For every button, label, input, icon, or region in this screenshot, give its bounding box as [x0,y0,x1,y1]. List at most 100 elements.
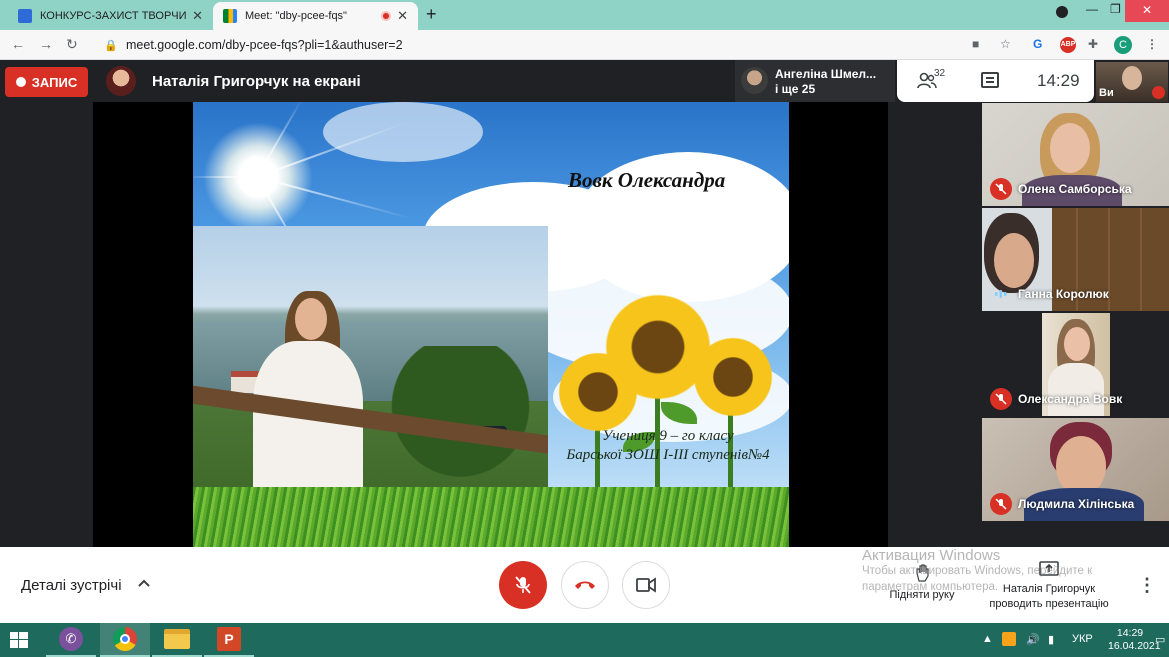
profile-avatar[interactable]: C [1114,36,1132,54]
photo-person-face [295,298,327,340]
reload-icon[interactable]: ↻ [66,36,78,53]
address-input[interactable]: 🔒 meet.google.com/dby-pcee-fqs?pli=1&aut… [92,34,1022,56]
sunflower [553,347,643,437]
tab-title: КОНКУРС-ЗАХИСТ ТВОРЧИХ РОБ [40,10,187,22]
tray-app-icon[interactable] [1002,632,1016,646]
network-icon[interactable]: ▮ [1048,633,1054,646]
camera-permission-icon[interactable]: ■ [972,37,979,51]
translate-icon[interactable]: G [1033,37,1042,51]
chevron-up-icon[interactable] [138,577,150,589]
address-bar-row: ← → ↻ 🔒 meet.google.com/dby-pcee-fqs?pli… [0,30,1169,60]
tray-chevron-icon[interactable]: ▲ [982,633,993,645]
avatar [741,67,768,94]
close-tab-icon[interactable]: ✕ [192,8,203,24]
slide-title: Вовк Олександра [568,168,726,192]
presenting-title: Наталія Григорчук на екрані [152,73,361,90]
recording-indicator-icon [381,11,392,21]
recording-button[interactable]: ЗАПИС [5,67,88,97]
tab-meet[interactable]: Meet: "dby-pcee-fqs" ✕ [213,2,418,30]
tab-search-icon[interactable] [1056,6,1068,18]
participant-summary-more: і ще 25 [775,82,816,96]
adblock-icon[interactable]: ABP [1060,37,1076,53]
volume-icon[interactable]: 🔊 [1026,633,1040,646]
browser-menu-icon[interactable]: ⋮ [1146,37,1158,51]
self-view-tile[interactable]: Ви [1096,62,1168,102]
forward-icon[interactable]: → [39,36,53,52]
grass [193,487,789,547]
meet-side-controls: 32 14:29 [897,60,1094,102]
chat-icon[interactable] [981,72,999,88]
presenter-avatar [106,66,136,96]
taskbar-clock[interactable]: 14:29 16.04.2021 [1108,627,1161,653]
minimize-button[interactable]: — [1086,2,1098,16]
camera-toggle-button[interactable] [622,561,670,609]
participant-name: Олександра Вовк [1018,392,1123,406]
taskbar-chrome[interactable] [100,623,150,657]
back-icon[interactable]: ← [11,36,25,52]
camera-icon [636,577,656,593]
self-face [1122,66,1142,90]
mic-off-icon [990,178,1012,200]
participant-name: Ганна Королюк [1018,287,1109,301]
recording-label: ЗАПИС [31,74,78,90]
windows-start-icon[interactable] [10,632,28,648]
participant-face [1056,436,1106,496]
lock-icon: 🔒 [104,39,118,52]
sun-ray [193,176,257,178]
mic-off-icon [990,388,1012,410]
taskbar-viber[interactable]: ✆ [46,623,96,657]
participant-summary[interactable]: Ангеліна Шмел... і ще 25 [735,60,895,102]
restore-button[interactable]: ❐ [1110,2,1121,16]
participant-tile[interactable]: Ганна Королюк [982,208,1169,311]
viber-icon: ✆ [59,627,83,651]
tab-title: Meet: "dby-pcee-fqs" [245,10,347,22]
slide-caption: Учениця 9 – го класу Барської ЗОШ I-III … [548,427,788,465]
participant-face [1064,327,1090,361]
phone-hangup-icon [575,581,595,589]
participant-tile[interactable]: Олена Самборська [982,103,1169,206]
student-photo [193,226,548,493]
url-text: meet.google.com/dby-pcee-fqs?pli=1&authu… [126,38,403,52]
taskbar-date: 16.04.2021 [1108,640,1161,652]
new-tab-button[interactable]: + [426,4,437,25]
presenting-description: проводить презентацію [989,598,1109,610]
tab-contest[interactable]: КОНКУРС-ЗАХИСТ ТВОРЧИХ РОБ ✕ [8,2,213,30]
windows-activation-line3: параметрам компьютера. [862,581,999,593]
windows-activation-text: Чтобы активировать Windows, перейдите к … [862,563,1162,595]
meet-header: ЗАПИС Наталія Григорчук на екрані Ангелі… [0,60,1169,102]
close-window-button[interactable]: ✕ [1125,0,1169,22]
taskbar-explorer[interactable] [152,623,202,657]
mic-toggle-button[interactable] [499,561,547,609]
folder-icon [164,629,190,649]
participant-summary-name: Ангеліна Шмел... [775,67,877,81]
taskbar-time: 14:29 [1116,627,1144,639]
participant-tile[interactable]: Олександра Вовк [982,313,1169,416]
close-tab-icon[interactable]: ✕ [397,8,408,24]
windows-activation-line2: Чтобы активировать Windows, перейдите к [862,565,1093,577]
participant-face [1050,123,1090,173]
record-dot-icon [15,77,26,87]
bookmark-star-icon[interactable]: ☆ [1000,37,1011,51]
hang-up-button[interactable] [561,561,609,609]
participant-tile[interactable]: Людмила Хілінська [982,418,1169,521]
classroom-icon [18,9,32,23]
mic-off-icon [990,493,1012,515]
speaking-indicator-icon [990,283,1012,305]
people-count: 32 [934,68,946,79]
slide-caption-line1: Учениця 9 – го класу [602,428,734,444]
windows-taskbar: ✆ P ▲ 🔊 ▮ УКР 14:29 16.04.2021 ▭ [0,623,1169,657]
windows-activation-title: Активация Windows [862,547,1001,564]
taskbar-powerpoint[interactable]: P [204,623,254,657]
slide-caption-line2: Барської ЗОШ I-III ступенів№4 [566,447,770,463]
notifications-icon[interactable]: ▭ [1155,633,1165,646]
powerpoint-icon: P [217,627,241,651]
mic-off-icon [1152,86,1165,99]
keyboard-language[interactable]: УКР [1072,633,1093,645]
participant-name: Людмила Хілінська [1018,497,1135,511]
sunflower [688,332,778,422]
chrome-icon [113,627,137,651]
meeting-details-button[interactable]: Деталі зустрічі [21,577,122,594]
participant-body [1048,363,1104,416]
extensions-icon[interactable]: ✚ [1088,37,1098,51]
self-label: Ви [1099,87,1114,99]
